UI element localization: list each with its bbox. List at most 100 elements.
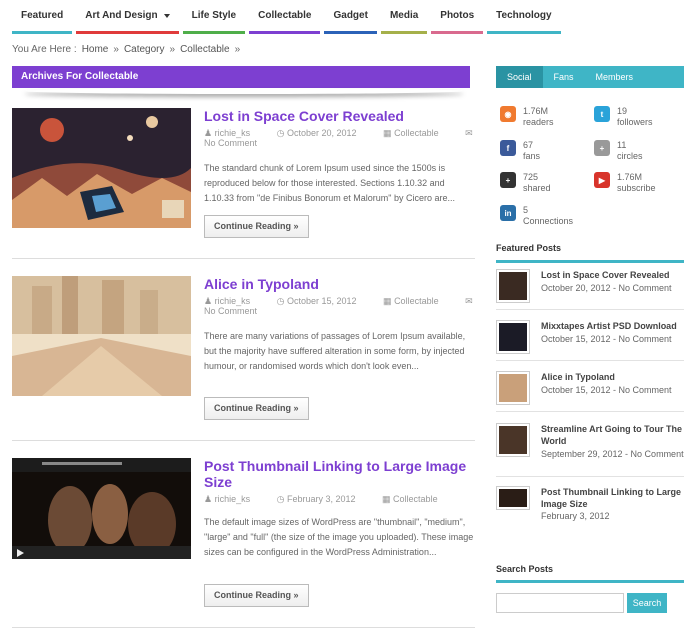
main-content: Archives For Collectable Lost in Space C… xyxy=(12,66,475,628)
breadcrumb-separator: » xyxy=(234,44,241,55)
date-text: October 20, 2012 xyxy=(286,128,357,138)
breadcrumb-category-link[interactable]: Category xyxy=(124,44,165,55)
post-separator xyxy=(12,627,475,628)
post-separator xyxy=(12,440,475,441)
post-thumbnail[interactable] xyxy=(12,276,191,396)
post-excerpt: There are many variations of passages of… xyxy=(204,331,466,371)
featured-separator xyxy=(496,411,684,412)
featured-post-title[interactable]: Mixxtapes Artist PSD Download xyxy=(541,320,684,332)
featured-post-thumbnail[interactable] xyxy=(496,371,530,405)
search-posts-underline xyxy=(496,580,684,583)
featured-post-thumbnail[interactable] xyxy=(496,269,530,303)
nav-item-collectable[interactable]: Collectable xyxy=(249,0,321,34)
social-stat-youtube[interactable]: ▶ 1.76M subscribe xyxy=(594,172,686,194)
nav-item-featured[interactable]: Featured xyxy=(12,0,73,34)
stat-value: 19 xyxy=(617,106,628,116)
featured-post-thumbnail[interactable] xyxy=(496,486,530,510)
post-thumbnail[interactable] xyxy=(12,108,191,228)
post-date: ◷ February 3, 2012 xyxy=(276,494,356,504)
nav-item-gadget[interactable]: Gadget xyxy=(324,0,377,34)
post-author[interactable]: ♟ richie_ks xyxy=(204,128,262,138)
breadcrumb: You Are Here : Home » Category » Collect… xyxy=(12,44,240,55)
featured-separator xyxy=(496,476,684,477)
search-posts-title: Search Posts xyxy=(496,564,554,574)
post-title[interactable]: Alice in Typoland xyxy=(204,276,474,292)
featured-post-meta: October 15, 2012 - No Comment xyxy=(541,385,672,395)
continue-reading-button[interactable]: Continue Reading » xyxy=(204,584,309,607)
post-excerpt: The default image sizes of WordPress are… xyxy=(204,517,474,557)
search-input[interactable] xyxy=(496,593,624,613)
social-stat-google-plus[interactable]: + 11 circles xyxy=(594,140,686,162)
post-meta: ♟ richie_ks ◷ October 15, 2012 ▦ Collect… xyxy=(204,296,474,316)
nav-label: Life Style xyxy=(191,10,237,21)
featured-post-title[interactable]: Alice in Typoland xyxy=(541,371,684,383)
nav-item-photos[interactable]: Photos xyxy=(431,0,484,34)
featured-post-title[interactable]: Post Thumbnail Linking to Large Image Si… xyxy=(541,486,684,510)
search-button[interactable]: Search xyxy=(627,593,667,613)
social-stat-rss[interactable]: ◉ 1.76M readers xyxy=(500,106,592,128)
social-stat-facebook[interactable]: f 67 fans xyxy=(500,140,592,162)
comments-text: No Comment xyxy=(204,138,258,148)
tab-social[interactable]: Social xyxy=(496,66,543,88)
nav-item-art-and-design[interactable]: Art And Design xyxy=(76,0,179,34)
featured-post-thumbnail[interactable] xyxy=(496,320,530,354)
tab-members[interactable]: Members xyxy=(585,66,645,88)
nav-label: Featured xyxy=(21,10,64,21)
youtube-icon: ▶ xyxy=(594,172,610,188)
post-title[interactable]: Post Thumbnail Linking to Large Image Si… xyxy=(204,458,474,490)
archive-title: Archives For Collectable xyxy=(21,71,139,82)
featured-post-meta: October 15, 2012 - No Comment xyxy=(541,334,672,344)
facebook-icon: f xyxy=(500,140,516,156)
continue-reading-button[interactable]: Continue Reading » xyxy=(204,215,309,238)
tab-fans[interactable]: Fans xyxy=(543,66,585,88)
main-nav: Featured Art And Design Life Style Colle… xyxy=(12,0,565,36)
social-stat-twitter[interactable]: t 19 followers xyxy=(594,106,686,128)
stat-label: circles xyxy=(617,151,643,161)
archive-title-shadow xyxy=(24,88,464,94)
post-thumbnail[interactable] xyxy=(12,458,191,559)
nav-item-life-style[interactable]: Life Style xyxy=(182,0,246,34)
featured-post-title[interactable]: Streamline Art Going to Tour The World xyxy=(541,423,684,447)
stat-value: 5 xyxy=(523,205,529,215)
google-plus-icon: + xyxy=(594,140,610,156)
continue-reading-button[interactable]: Continue Reading » xyxy=(204,397,309,420)
rss-icon: ◉ xyxy=(500,106,516,122)
breadcrumb-prefix: You Are Here : xyxy=(12,44,77,55)
post-author[interactable]: ♟ richie_ks xyxy=(204,296,262,306)
featured-posts-underline xyxy=(496,260,684,263)
post-title[interactable]: Lost in Space Cover Revealed xyxy=(204,108,474,124)
breadcrumb-current-link[interactable]: Collectable xyxy=(180,44,229,55)
featured-posts-title: Featured Posts xyxy=(496,243,562,253)
stat-label: Connections xyxy=(523,216,574,226)
author-name: richie_ks xyxy=(214,296,251,306)
post-category[interactable]: ▦ Collectable xyxy=(383,296,451,306)
post-category[interactable]: ▦ Collectable xyxy=(383,128,451,138)
featured-separator xyxy=(496,360,684,361)
caret-down-icon xyxy=(163,13,170,18)
social-stat-linkedin[interactable]: in 5 Connections xyxy=(500,205,592,227)
featured-post-title[interactable]: Lost in Space Cover Revealed xyxy=(541,269,684,281)
post-author[interactable]: ♟ richie_ks xyxy=(204,494,262,504)
nav-item-media[interactable]: Media xyxy=(380,0,428,34)
author-name: richie_ks xyxy=(214,128,251,138)
stat-label: shared xyxy=(523,183,551,193)
category-text: Collectable xyxy=(393,494,438,504)
stat-value: 1.76M xyxy=(523,106,549,116)
post-meta: ♟ richie_ks ◷ October 20, 2012 ▦ Collect… xyxy=(204,128,474,148)
post-date: ◷ October 15, 2012 xyxy=(276,296,357,306)
date-text: February 3, 2012 xyxy=(286,494,356,504)
nav-item-technology[interactable]: Technology xyxy=(487,0,561,34)
stat-label: subscribe xyxy=(617,183,656,193)
social-stat-shared[interactable]: + 725 shared xyxy=(500,172,592,194)
post-category[interactable]: ▦ Collectable xyxy=(382,494,450,504)
google-plus-share-icon: + xyxy=(500,172,516,188)
sidebar: Social Fans Members ◉ 1.76M readers t 19 f… xyxy=(496,66,684,613)
breadcrumb-home-link[interactable]: Home xyxy=(82,44,109,55)
archive-title-bar: Archives For Collectable xyxy=(12,66,470,88)
nav-label: Photos xyxy=(440,10,475,21)
category-text: Collectable xyxy=(394,296,439,306)
linkedin-icon: in xyxy=(500,205,516,221)
post-separator xyxy=(12,258,475,259)
nav-label: Media xyxy=(389,10,419,21)
featured-post-thumbnail[interactable] xyxy=(496,423,530,457)
